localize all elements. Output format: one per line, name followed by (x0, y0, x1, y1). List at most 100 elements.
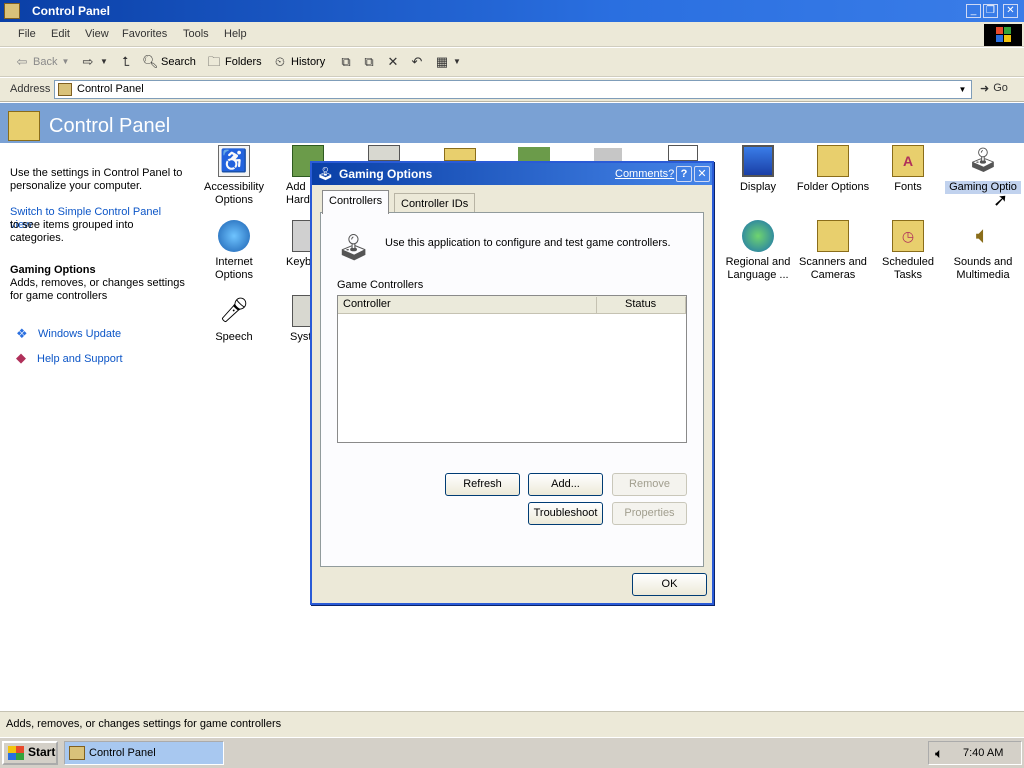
accessibility-icon: ♿ (218, 145, 250, 177)
windows-update-icon: ❖ (16, 326, 28, 341)
go-arrow-icon: ➜ (980, 83, 990, 95)
delete-icon: ✕ (387, 54, 399, 69)
go-button[interactable]: ➜ Go (980, 82, 1008, 95)
history-button[interactable]: ⏲ History (272, 54, 325, 70)
menu-view[interactable]: View (85, 28, 109, 40)
intro-text: Use the settings in Control Panel to per… (10, 167, 183, 192)
page-title: Control Panel (49, 115, 171, 137)
toolbar: ⇦ Back ▼ ⇨ ▼ ⮤ 🔍︎ Search 🗀 Folders ⏲ His… (0, 48, 1024, 77)
move-to-button[interactable]: ⧉ (338, 54, 354, 70)
status-bar: Adds, removes, or changes settings for g… (0, 711, 1024, 737)
address-value: Control Panel (77, 83, 144, 95)
chevron-down-icon[interactable]: ▼ (954, 81, 971, 98)
item-scanners[interactable]: Scanners and Cameras (795, 220, 871, 282)
item-scheduled-tasks[interactable]: ◷ Scheduled Tasks (870, 220, 946, 282)
column-header-controller[interactable]: Controller (343, 298, 391, 310)
item-sounds[interactable]: 🔈︎ Sounds and Multimedia (945, 220, 1021, 282)
item-regional[interactable]: Regional and Language ... (720, 220, 796, 282)
item-system[interactable]: Syst (270, 295, 324, 344)
start-button[interactable]: Start (2, 741, 58, 765)
restore-button[interactable]: ❐ (983, 4, 998, 18)
column-header-status[interactable]: Status (625, 298, 656, 310)
selected-item-desc: Adds, removes, or changes settings for g… (10, 277, 185, 302)
hidden-item-icon (594, 148, 622, 161)
forward-button[interactable]: ⇨ ▼ (80, 54, 109, 70)
undo-button[interactable]: ↶ (409, 54, 425, 70)
chevron-down-icon: ▼ (100, 57, 108, 66)
control-panel-icon (8, 111, 40, 141)
refresh-button[interactable]: Refresh (445, 473, 520, 496)
minimize-button[interactable]: _ (966, 4, 981, 18)
switch-view-text: to see items grouped into categories. (10, 219, 134, 244)
joystick-icon: 🕹︎ (317, 166, 334, 181)
clock[interactable]: 7:40 AM (963, 747, 1003, 759)
close-button[interactable]: ✕ (1003, 4, 1018, 18)
status-text: Adds, removes, or changes settings for g… (6, 718, 282, 730)
copy-to-button[interactable]: ⧉ (361, 54, 377, 70)
controllers-list[interactable]: Controller Status (337, 295, 687, 443)
remove-button[interactable]: Remove (612, 473, 687, 496)
gaming-options-dialog: 🕹︎ Gaming Options Comments? ? ✕ Controll… (310, 161, 714, 605)
hidden-item-icon (668, 145, 698, 161)
move-to-icon: ⧉ (341, 54, 351, 69)
display-icon (742, 145, 774, 177)
microphone-icon: 🎤︎ (218, 297, 250, 324)
comments-link[interactable]: Comments? (615, 168, 674, 180)
item-fonts[interactable]: A Fonts (870, 145, 946, 194)
scheduled-tasks-icon: ◷ (892, 220, 924, 252)
tab-controller-ids[interactable]: Controller IDs (394, 193, 476, 213)
delete-button[interactable]: ✕ (385, 54, 401, 70)
menu-file[interactable]: File (18, 28, 36, 40)
up-folder-button[interactable]: ⮤ (118, 54, 134, 70)
hidden-item-icon (368, 145, 400, 161)
item-keyboard[interactable]: Keyb (270, 220, 324, 269)
address-label: Address (10, 83, 51, 95)
item-accessibility[interactable]: ♿ Accessibility Options (196, 145, 272, 207)
column-divider[interactable] (596, 297, 597, 313)
taskbar-item-control-panel[interactable]: Control Panel (64, 741, 224, 765)
column-divider[interactable] (685, 297, 686, 313)
globe-icon (742, 220, 774, 252)
volume-icon[interactable]: 🔈︎ (935, 745, 943, 762)
item-folder-options[interactable]: Folder Options (795, 145, 871, 194)
windows-update-link[interactable]: Windows Update (38, 328, 213, 341)
history-icon: ⏲ (274, 54, 286, 69)
menu-favorites[interactable]: Favorites (122, 28, 167, 40)
help-book-icon: ◆ (16, 350, 26, 365)
control-panel-icon (4, 3, 20, 19)
views-icon: ▦ (435, 54, 449, 69)
dialog-title: Gaming Options (339, 167, 433, 181)
address-input[interactable]: Control Panel ▼ (54, 80, 972, 99)
undo-icon: ↶ (411, 54, 423, 69)
item-add-hardware[interactable]: Add Hardw (270, 145, 324, 207)
dialog-close-button[interactable]: ✕ (694, 166, 710, 182)
properties-button[interactable]: Properties (612, 502, 687, 525)
item-gaming-options[interactable]: 🕹︎ Gaming Optio (945, 145, 1021, 194)
hidden-item-icon (444, 148, 476, 161)
control-panel-icon (69, 746, 85, 760)
views-button[interactable]: ▦ ▼ (434, 54, 461, 70)
folders-button[interactable]: 🗀 Folders (206, 54, 261, 70)
fonts-folder-icon: A (892, 145, 924, 177)
search-button[interactable]: 🔍︎ Search (142, 54, 196, 70)
menu-tools[interactable]: Tools (183, 28, 209, 40)
help-support-link[interactable]: Help and Support (37, 353, 212, 366)
troubleshoot-button[interactable]: Troubleshoot (528, 502, 603, 525)
menu-bar: File Edit View Favorites Tools Help (0, 22, 1024, 47)
menu-edit[interactable]: Edit (51, 28, 70, 40)
address-bar: Address Control Panel ▼ ➜ Go (0, 78, 1024, 102)
folder-options-icon (817, 145, 849, 177)
help-button[interactable]: ? (676, 166, 692, 182)
controllers-tab-panel: 🕹︎ Use this application to configure and… (320, 212, 704, 567)
up-folder-icon: ⮤ (122, 54, 130, 69)
add-button[interactable]: Add... (528, 473, 603, 496)
tab-controllers[interactable]: Controllers (322, 190, 390, 214)
item-internet-options[interactable]: Internet Options (196, 220, 272, 282)
menu-help[interactable]: Help (224, 28, 247, 40)
item-speech[interactable]: 🎤︎ Speech (196, 295, 272, 344)
item-display[interactable]: Display (720, 145, 796, 194)
internet-options-icon (218, 220, 250, 252)
back-button[interactable]: ⇦ Back ▼ (14, 54, 70, 70)
ok-button[interactable]: OK (632, 573, 707, 596)
window-title-bar: Control Panel _ ❐ ✕ (0, 0, 1024, 22)
